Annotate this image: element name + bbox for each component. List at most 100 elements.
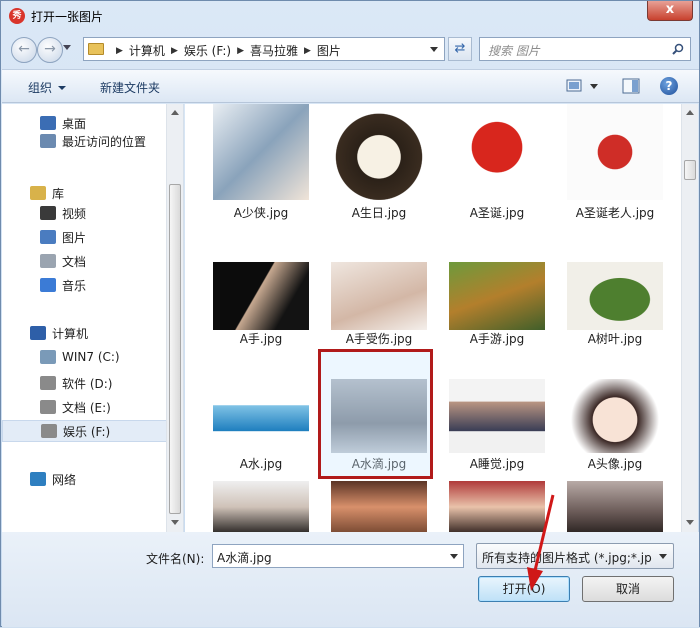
sidebar-item[interactable]: 文档 (E:) bbox=[2, 396, 168, 418]
search-box[interactable]: 搜索 图片 bbox=[479, 37, 691, 61]
window-title: 打开一张图片 bbox=[31, 10, 104, 24]
file-name: A水.jpg bbox=[239, 457, 283, 471]
file-name: A生日.jpg bbox=[351, 206, 407, 220]
sidebar-item[interactable]: 网络 bbox=[2, 468, 168, 490]
sidebar-scrollbar[interactable] bbox=[166, 104, 183, 532]
address-dropdown-icon[interactable] bbox=[430, 47, 438, 52]
sidebar-item[interactable]: 文档 bbox=[2, 250, 168, 272]
file-name: A手受伤.jpg bbox=[345, 332, 413, 346]
sidebar-item-label: 娱乐 (F:) bbox=[63, 424, 111, 439]
sidebar-item[interactable]: 图片 bbox=[2, 226, 168, 248]
cancel-button[interactable]: 取消 bbox=[582, 576, 674, 602]
chevron-down-icon[interactable] bbox=[450, 554, 458, 559]
file-list-view: A少侠.jpg A生日.jpg A圣诞.jpg A圣诞老人.jpg A手.jpg A手受伤… bbox=[185, 104, 698, 532]
breadcrumb-computer[interactable]: 计算机 bbox=[129, 42, 165, 59]
sidebar-item-label: 软件 (D:) bbox=[62, 376, 113, 391]
help-icon[interactable]: ? bbox=[660, 77, 678, 95]
file-thumbnail bbox=[567, 481, 663, 532]
documents-icon bbox=[40, 254, 56, 268]
sidebar-item-label: 音乐 bbox=[62, 278, 87, 293]
file-thumbnail bbox=[331, 481, 427, 532]
filename-input[interactable]: A水滴.jpg bbox=[212, 544, 464, 568]
file-thumbnail bbox=[213, 481, 309, 532]
scroll-down-icon[interactable] bbox=[171, 520, 179, 525]
drive-icon bbox=[41, 424, 57, 438]
sidebar-item[interactable]: 音乐 bbox=[2, 274, 168, 296]
drive-c-icon bbox=[40, 350, 56, 364]
folder-icon bbox=[88, 43, 104, 55]
sidebar-item-label: 网络 bbox=[52, 472, 77, 487]
chevron-right-icon[interactable]: ▶ bbox=[304, 46, 311, 56]
chevron-right-icon[interactable]: ▶ bbox=[171, 46, 178, 56]
organize-menu[interactable]: 组织 bbox=[28, 79, 67, 96]
search-icon[interactable] bbox=[672, 43, 684, 55]
file-thumbnail bbox=[213, 104, 309, 200]
scroll-up-icon[interactable] bbox=[171, 110, 179, 115]
back-button[interactable]: ← bbox=[11, 37, 37, 63]
filename-value: A水滴.jpg bbox=[217, 551, 272, 565]
drive-icon bbox=[40, 400, 56, 414]
sidebar-item[interactable]: 计算机 bbox=[2, 322, 168, 344]
file-thumbnail bbox=[567, 262, 663, 330]
sidebar-item-label: 库 bbox=[52, 186, 65, 201]
filename-label: 文件名(N): bbox=[146, 552, 205, 566]
computer-icon bbox=[30, 326, 46, 340]
title-bar[interactable]: 秀 打开一张图片 x bbox=[1, 1, 699, 31]
file-name: A睡觉.jpg bbox=[469, 457, 525, 471]
library-icon bbox=[30, 186, 46, 200]
dialog-footer: 文件名(N): A水滴.jpg 所有支持的图片格式 (*.jpg;*.jp 打开… bbox=[2, 532, 699, 627]
file-name: A少侠.jpg bbox=[233, 206, 289, 220]
breadcrumb-drive-f[interactable]: 娱乐 (F:) bbox=[184, 42, 231, 59]
sidebar-item-label: 文档 (E:) bbox=[62, 400, 111, 415]
new-folder-button[interactable]: 新建文件夹 bbox=[100, 79, 160, 96]
sidebar-item[interactable]: 娱乐 (F:) bbox=[2, 420, 168, 442]
breadcrumb: ▶ 计算机 ▶ 娱乐 (F:) ▶ 喜马拉雅 ▶ 图片 bbox=[110, 42, 341, 59]
drive-icon bbox=[40, 376, 56, 390]
chevron-right-icon[interactable]: ▶ bbox=[116, 46, 123, 56]
sidebar-item-label: 视频 bbox=[62, 206, 87, 221]
close-button[interactable]: x bbox=[647, 1, 693, 21]
command-toolbar: 组织 新建文件夹 ? bbox=[2, 69, 699, 103]
selected-file-highlight bbox=[318, 349, 433, 479]
sidebar-item[interactable]: 视频 bbox=[2, 202, 168, 224]
file-name: A圣诞.jpg bbox=[469, 206, 525, 220]
sidebar-item-label: 计算机 bbox=[52, 326, 89, 341]
refresh-button[interactable]: ⇄ bbox=[448, 37, 472, 61]
breadcrumb-himalaya[interactable]: 喜马拉雅 bbox=[250, 42, 298, 59]
navigation-pane: 桌面最近访问的位置库视频图片 文档音乐计算机 WIN7 (C:) 软件 (D:) 文档 … bbox=[2, 104, 184, 532]
desktop-icon bbox=[40, 116, 56, 130]
file-thumbnail bbox=[213, 262, 309, 330]
content-scroll-thumb[interactable] bbox=[684, 160, 696, 180]
chevron-right-icon[interactable]: ▶ bbox=[237, 46, 244, 56]
view-options-icon[interactable] bbox=[566, 78, 600, 94]
app-icon: 秀 bbox=[9, 8, 25, 24]
breadcrumb-pictures[interactable]: 图片 bbox=[317, 42, 341, 59]
network-icon bbox=[30, 472, 46, 486]
music-icon bbox=[40, 278, 56, 292]
open-button[interactable]: 打开(O) bbox=[478, 576, 570, 602]
file-thumbnail bbox=[213, 379, 309, 453]
file-thumbnail bbox=[449, 481, 545, 532]
sidebar-item[interactable]: 最近访问的位置 bbox=[2, 130, 168, 152]
file-thumbnail bbox=[449, 104, 545, 200]
scroll-down-icon[interactable] bbox=[686, 520, 694, 525]
chevron-down-icon[interactable] bbox=[659, 554, 667, 559]
preview-pane-icon[interactable] bbox=[622, 78, 640, 94]
pictures-icon bbox=[40, 230, 56, 244]
sidebar-scroll-thumb[interactable] bbox=[169, 184, 181, 514]
sidebar-item-label: 桌面 bbox=[62, 116, 87, 131]
address-bar[interactable]: ▶ 计算机 ▶ 娱乐 (F:) ▶ 喜马拉雅 ▶ 图片 bbox=[83, 37, 445, 61]
sidebar-item-label: 最近访问的位置 bbox=[62, 134, 147, 149]
scroll-up-icon[interactable] bbox=[686, 110, 694, 115]
sidebar-item-label: WIN7 (C:) bbox=[62, 350, 120, 364]
sidebar-item[interactable]: WIN7 (C:) bbox=[2, 346, 168, 368]
sidebar-item[interactable]: 库 bbox=[2, 182, 168, 204]
file-type-select[interactable]: 所有支持的图片格式 (*.jpg;*.jp bbox=[476, 543, 674, 569]
file-name: A手.jpg bbox=[239, 332, 283, 346]
sidebar-item[interactable]: 软件 (D:) bbox=[2, 372, 168, 394]
content-scrollbar[interactable] bbox=[681, 104, 698, 532]
file-name: A头像.jpg bbox=[587, 457, 643, 471]
file-thumbnail bbox=[449, 379, 545, 453]
recent-pages-dropdown[interactable] bbox=[63, 45, 71, 50]
forward-button[interactable]: → bbox=[37, 37, 63, 63]
